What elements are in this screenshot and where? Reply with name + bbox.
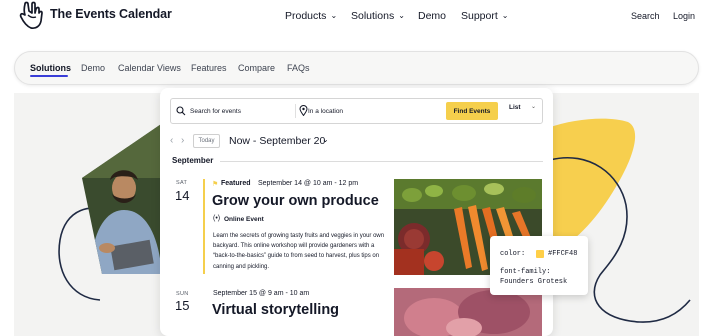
nav-products-label: Products <box>285 10 327 22</box>
event-datetime: September 15 @ 9 am - 10 am <box>213 290 310 297</box>
rock-hand-icon[interactable] <box>18 1 45 30</box>
chevron-down-icon[interactable]: ⌄ <box>531 103 536 110</box>
month-divider <box>220 161 543 162</box>
featured-star-icon: ⚑ <box>212 181 219 188</box>
nav-demo-label: Demo <box>418 10 447 22</box>
event-day-number: 15 <box>175 298 190 313</box>
nav-products[interactable]: Products ⌄ <box>285 10 337 22</box>
event-day-number: 14 <box>175 188 190 203</box>
location-input[interactable] <box>308 104 428 118</box>
storytelling-photo[interactable] <box>394 288 542 336</box>
event-title[interactable]: Virtual storytelling <box>212 302 339 318</box>
sub-navigation: Solutions Demo Calendar Views Features C… <box>14 51 699 85</box>
nav-solutions[interactable]: Solutions ⌄ <box>351 10 405 22</box>
chevron-down-icon: ⌄ <box>398 11 405 20</box>
search-events-input[interactable] <box>190 104 290 118</box>
location-pin-icon <box>299 105 308 116</box>
featured-bar <box>203 179 205 274</box>
style-tooltip-card: color: #FFCF48 font-family: Founders Gro… <box>490 236 588 295</box>
subnav-demo[interactable]: Demo <box>81 63 105 73</box>
today-button[interactable]: Today <box>193 134 220 148</box>
event-datetime: September 14 @ 10 am - 12 pm <box>258 180 359 187</box>
subnav-solutions[interactable]: Solutions <box>30 63 71 73</box>
search-link[interactable]: Search <box>631 11 660 21</box>
font-family-label: font-family: <box>500 268 551 276</box>
font-family-value: Founders Grotesk <box>500 278 568 286</box>
event-search-bar: Find Events List ⌄ <box>170 98 543 124</box>
event-day-of-week: SAT <box>176 180 188 186</box>
chevron-down-icon: ⌄ <box>501 11 509 20</box>
featured-label: Featured <box>221 180 251 187</box>
search-divider <box>295 104 296 118</box>
event-title[interactable]: Grow your own produce <box>212 193 379 209</box>
color-label: color: <box>500 250 526 258</box>
month-separator: September <box>172 156 214 165</box>
login-link[interactable]: Login <box>673 11 695 21</box>
subnav-faqs[interactable]: FAQs <box>287 63 310 73</box>
color-value: #FFCF48 <box>548 250 578 258</box>
subnav-calendar-views[interactable]: Calendar Views <box>118 63 181 73</box>
chevron-down-icon: ⌄ <box>330 11 338 20</box>
nav-support-label: Support <box>461 10 498 22</box>
event-day-of-week: SUN <box>176 291 189 297</box>
brand-name[interactable]: The Events Calendar <box>50 7 172 21</box>
nav-support[interactable]: Support ⌄ <box>461 10 508 22</box>
previous-arrow-icon[interactable]: ‹ <box>170 135 173 146</box>
calendar-widget: Find Events List ⌄ ‹ › Today Now - Septe… <box>160 88 553 336</box>
view-select[interactable]: List <box>509 104 521 111</box>
nav-demo[interactable]: Demo <box>418 10 446 22</box>
person-laptop-photo <box>82 118 170 274</box>
subnav-features[interactable]: Features <box>191 63 227 73</box>
search-icon <box>176 106 186 116</box>
color-swatch <box>536 250 544 258</box>
active-tab-underline <box>30 75 68 77</box>
online-event-label: Online Event <box>224 216 264 223</box>
broadcast-icon: (•) <box>213 215 221 222</box>
find-events-button[interactable]: Find Events <box>446 102 498 120</box>
event-description: Learn the secrets of growing tasty fruit… <box>213 233 385 270</box>
next-arrow-icon[interactable]: › <box>181 135 184 146</box>
top-navigation: The Events Calendar Products ⌄ Solutions ⌄… <box>0 0 709 34</box>
date-range-picker[interactable]: Now - September 20 <box>229 135 325 147</box>
nav-solutions-label: Solutions <box>351 10 395 22</box>
chevron-down-icon[interactable]: ⌄ <box>322 135 329 144</box>
subnav-compare[interactable]: Compare <box>238 63 275 73</box>
